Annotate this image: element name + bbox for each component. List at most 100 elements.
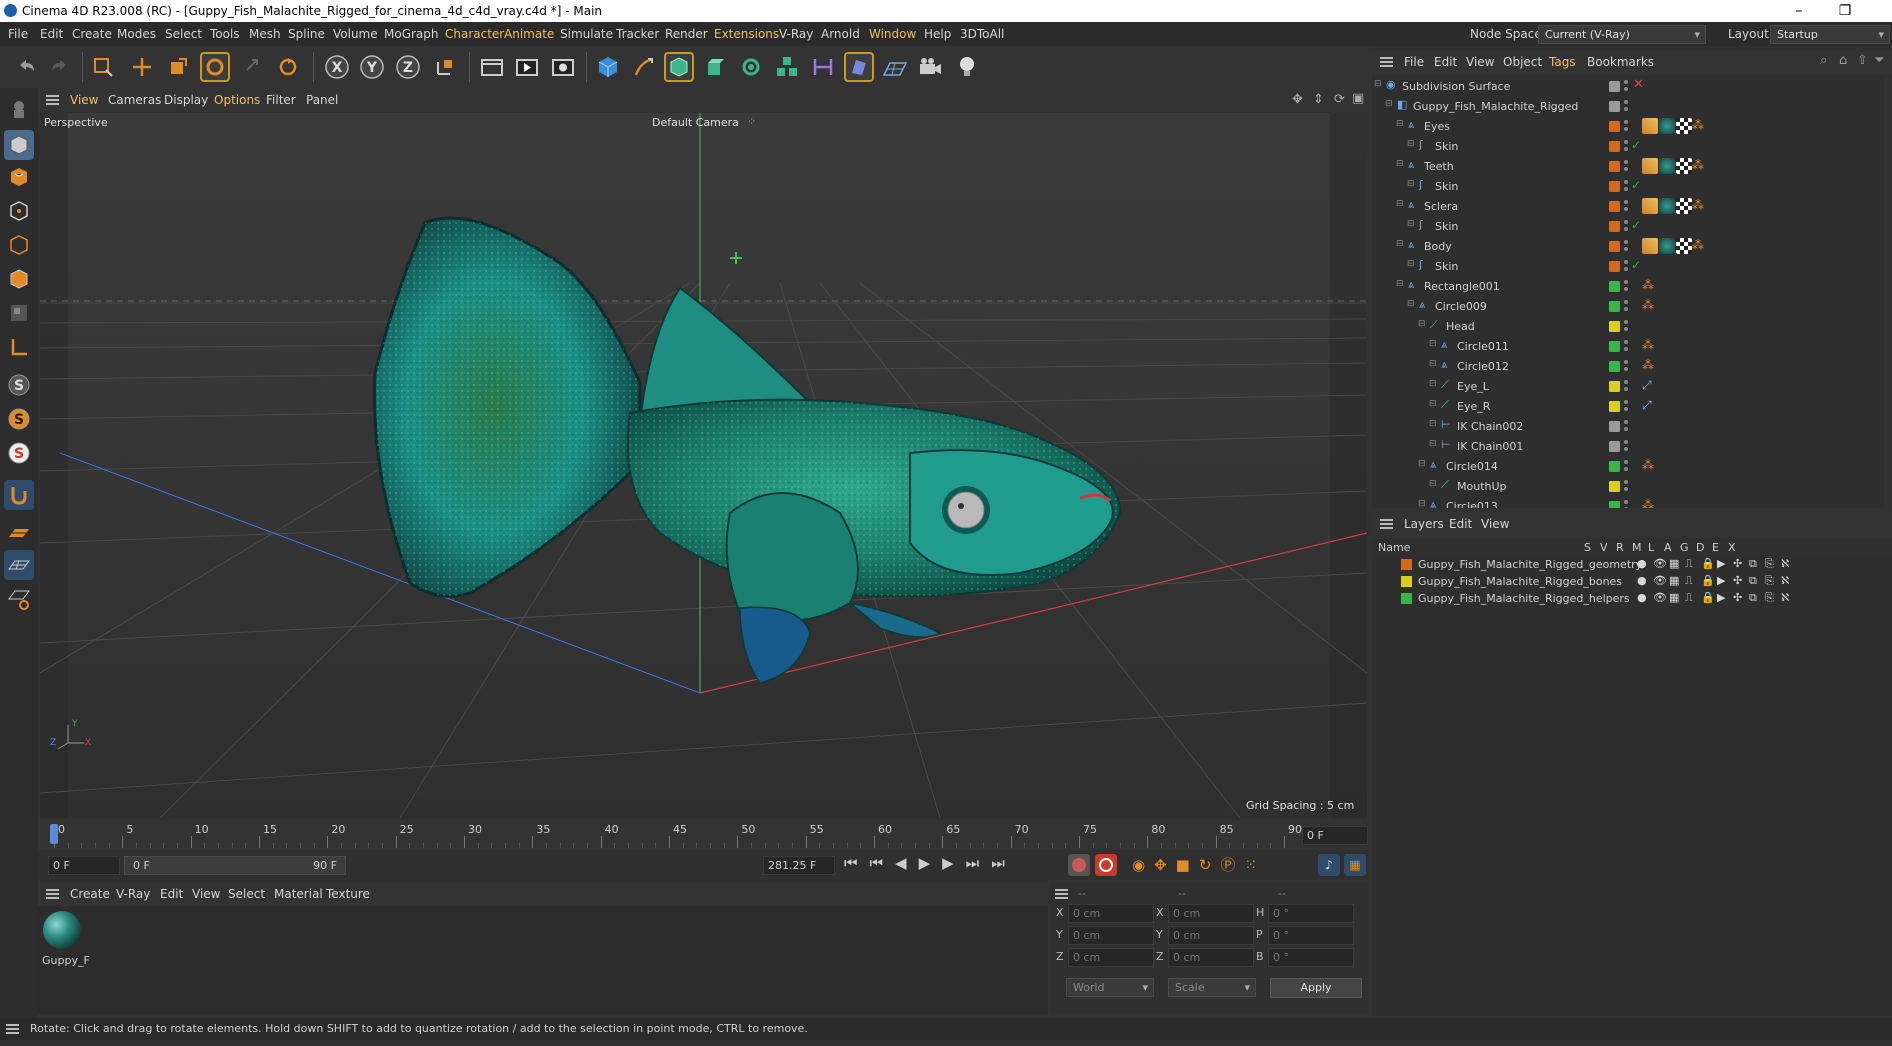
uv-mode-icon[interactable] bbox=[4, 298, 34, 328]
constraint-tag-icon[interactable]: ⁂ bbox=[1642, 298, 1654, 312]
coordinate-system-icon[interactable] bbox=[430, 52, 460, 82]
axis-mode-icon[interactable] bbox=[4, 332, 34, 362]
object-row[interactable]: ⊟ ◉ Subdivision Surface ✕ bbox=[1372, 76, 1884, 96]
scale-mode-dropdown[interactable]: Scale bbox=[1168, 978, 1256, 997]
undo-icon[interactable] bbox=[12, 52, 42, 82]
coordinates-hamburger-icon[interactable] bbox=[1055, 889, 1068, 899]
layer-color-swatch[interactable] bbox=[1401, 576, 1412, 587]
visibility-dots[interactable] bbox=[1624, 99, 1628, 113]
viewport-maximize-icon[interactable]: ▣ bbox=[1352, 91, 1364, 106]
object-menu-object[interactable]: Object bbox=[1503, 55, 1542, 69]
skin-tag-icon[interactable]: ⁂ bbox=[1692, 238, 1704, 252]
disabled-icon[interactable]: ✕ bbox=[1633, 77, 1644, 92]
field-icon[interactable] bbox=[844, 52, 874, 82]
camera-icon[interactable] bbox=[915, 52, 945, 82]
play-icon[interactable]: ▶ bbox=[919, 854, 943, 872]
visibility-dots[interactable] bbox=[1624, 319, 1628, 333]
layer-visible-icon[interactable]: 👁 bbox=[1653, 574, 1667, 587]
viewport-menu-view[interactable]: View bbox=[70, 93, 98, 107]
tree-expand-icon[interactable]: ⊟ bbox=[1418, 319, 1426, 329]
layer-color-swatch[interactable] bbox=[1609, 501, 1620, 508]
tweak-mode-icon[interactable] bbox=[4, 480, 34, 510]
constraint-tag-icon[interactable]: ⁂ bbox=[1642, 338, 1654, 352]
object-search-icon[interactable]: ⌕ bbox=[1820, 53, 1827, 68]
layer-color-swatch[interactable] bbox=[1609, 181, 1620, 192]
planar-workplane-icon[interactable] bbox=[4, 584, 34, 614]
layer-visible-icon[interactable]: 👁 bbox=[1653, 591, 1667, 604]
layer-lock-icon[interactable]: 🔒 bbox=[1701, 574, 1715, 587]
visibility-dots[interactable] bbox=[1624, 179, 1628, 193]
apply-button[interactable]: Apply bbox=[1270, 978, 1362, 998]
object-name[interactable]: Head bbox=[1446, 320, 1475, 333]
floor-environment-icon[interactable] bbox=[880, 52, 910, 82]
menu-help[interactable]: Help bbox=[924, 27, 951, 41]
layer-manager-icon[interactable]: ⎍ bbox=[1685, 574, 1693, 588]
record-active-icon[interactable] bbox=[1068, 854, 1090, 876]
layer-row[interactable]: Guppy_Fish_Malachite_Rigged_geometry ● 👁 ▦ ⎍… bbox=[1372, 556, 1892, 573]
layer-color-swatch[interactable] bbox=[1609, 161, 1620, 172]
tree-expand-icon[interactable]: ⊟ bbox=[1418, 499, 1426, 508]
object-menu-bookmarks[interactable]: Bookmarks bbox=[1587, 55, 1654, 69]
layer-render-icon[interactable]: ▦ bbox=[1669, 574, 1679, 587]
object-row[interactable]: ⊟ ⩓ Sclera ⁂ bbox=[1372, 196, 1884, 216]
constraint-tag-icon[interactable]: ⁂ bbox=[1642, 498, 1654, 508]
tree-expand-icon[interactable]: ⊟ bbox=[1429, 439, 1437, 449]
visibility-dots[interactable] bbox=[1624, 479, 1628, 493]
object-name[interactable]: IK Chain001 bbox=[1457, 440, 1523, 453]
cube-icon[interactable] bbox=[593, 52, 623, 82]
layer-color-swatch[interactable] bbox=[1609, 221, 1620, 232]
layer-color-swatch[interactable] bbox=[1609, 401, 1620, 412]
next-key-icon[interactable]: ⏭ bbox=[966, 854, 992, 872]
texture-tag-icon[interactable] bbox=[1676, 118, 1692, 134]
material-hamburger-icon[interactable] bbox=[46, 889, 59, 899]
material-menu-material[interactable]: Material bbox=[274, 887, 323, 901]
layer-menu-edit[interactable]: Edit bbox=[1449, 517, 1472, 531]
goto-start-icon[interactable]: ⏮ bbox=[844, 854, 870, 872]
tree-expand-icon[interactable]: ⊟ bbox=[1429, 399, 1437, 409]
coord-position-field[interactable]: 0 cm bbox=[1068, 904, 1154, 923]
layer-xref-icon[interactable]: ℵ bbox=[1781, 591, 1789, 604]
polygons-mode-icon[interactable] bbox=[4, 264, 34, 294]
tree-expand-icon[interactable]: ⊟ bbox=[1396, 239, 1404, 249]
next-frame-icon[interactable]: ▶ bbox=[942, 854, 966, 872]
layer-deformers-icon[interactable]: ⧉ bbox=[1749, 557, 1757, 571]
constraint-tag-icon[interactable]: ⁂ bbox=[1642, 458, 1654, 472]
coord-size-field[interactable]: 0 cm bbox=[1168, 904, 1254, 923]
enabled-check-icon[interactable]: ✓ bbox=[1631, 218, 1641, 232]
viewport-menu-cameras[interactable]: Cameras bbox=[108, 93, 161, 107]
autokey-icon[interactable] bbox=[1095, 854, 1117, 876]
layer-name[interactable]: Guppy_Fish_Malachite_Rigged_bones bbox=[1418, 575, 1622, 588]
coord-rotation-field[interactable]: 0 ° bbox=[1268, 948, 1354, 967]
tree-expand-icon[interactable]: ⊟ bbox=[1429, 379, 1437, 389]
subdivision-surface-icon[interactable] bbox=[664, 52, 694, 82]
node-space-dropdown[interactable]: Current (V-Ray) bbox=[1538, 25, 1706, 44]
key-rotation-icon[interactable]: ↻ bbox=[1199, 856, 1221, 874]
layer-color-swatch[interactable] bbox=[1609, 281, 1620, 292]
menu-window[interactable]: Window bbox=[869, 27, 916, 41]
tree-expand-icon[interactable]: ⊟ bbox=[1396, 199, 1404, 209]
texture-tag-icon[interactable] bbox=[1676, 158, 1692, 174]
tree-expand-icon[interactable]: ⊟ bbox=[1396, 279, 1404, 289]
object-name[interactable]: IK Chain002 bbox=[1457, 420, 1523, 433]
object-name[interactable]: Skin bbox=[1435, 260, 1458, 273]
material-menu-create[interactable]: Create bbox=[70, 887, 110, 901]
layer-lock-icon[interactable]: 🔒 bbox=[1701, 591, 1715, 604]
layer-render-icon[interactable]: ▦ bbox=[1669, 557, 1679, 570]
weight-tag-icon[interactable] bbox=[1642, 238, 1658, 254]
light-icon[interactable] bbox=[952, 52, 982, 82]
locked-workplane-icon[interactable] bbox=[4, 550, 34, 580]
skin-tag-icon[interactable]: ⁂ bbox=[1692, 118, 1704, 132]
tree-expand-icon[interactable]: ⊟ bbox=[1429, 339, 1437, 349]
texture-mode-icon[interactable] bbox=[4, 162, 34, 192]
tree-expand-icon[interactable]: ⊟ bbox=[1407, 259, 1415, 269]
texture-tag-icon[interactable] bbox=[1676, 198, 1692, 214]
object-row[interactable]: ⊟ ⩓ Circle012 ⁂ bbox=[1372, 356, 1884, 376]
tree-expand-icon[interactable]: ⊟ bbox=[1374, 79, 1382, 89]
visibility-dots[interactable] bbox=[1624, 419, 1628, 433]
layer-generators-icon[interactable]: ✣ bbox=[1733, 557, 1742, 570]
transform-tool-icon[interactable] bbox=[237, 52, 267, 82]
menu-mesh[interactable]: Mesh bbox=[249, 27, 281, 41]
visibility-dots[interactable] bbox=[1624, 219, 1628, 233]
menu-volume[interactable]: Volume bbox=[333, 27, 378, 41]
preview-range-slider[interactable]: 0 F 90 F bbox=[124, 856, 346, 875]
